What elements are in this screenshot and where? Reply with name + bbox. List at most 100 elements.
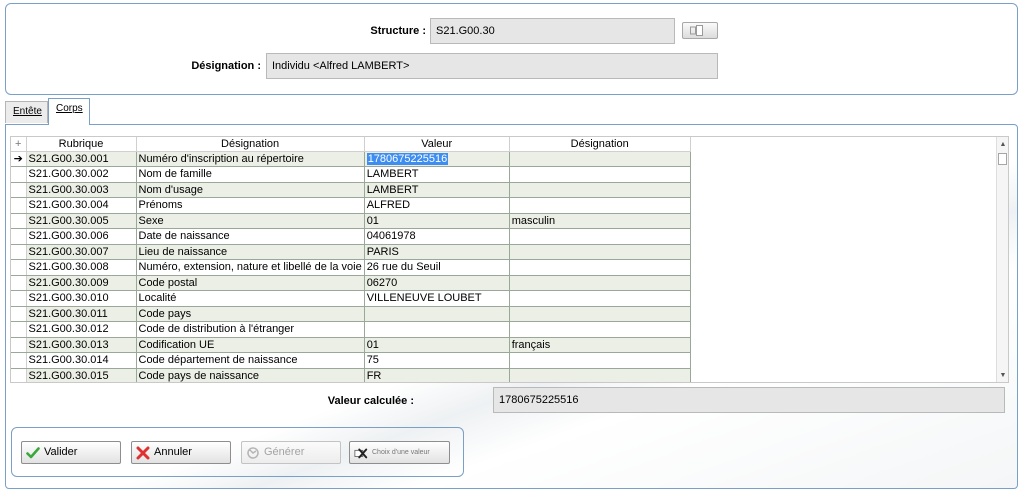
cell-designation: Code pays <box>136 306 365 322</box>
table-row[interactable]: S21.G00.30.003 Nom d'usage LAMBERT <box>11 182 691 198</box>
cell-designation-2 <box>509 259 691 276</box>
designation-field[interactable]: Individu <Alfred LAMBERT> <box>266 53 718 79</box>
cell-rubrique: S21.G00.30.004 <box>26 197 137 214</box>
table-row[interactable]: S21.G00.30.014 Code département de naissa… <box>11 352 691 369</box>
cell-valeur[interactable]: 26 rue du Seuil <box>364 259 510 276</box>
table-row[interactable]: S21.G00.30.005 Sexe 01 masculin <box>11 213 691 229</box>
choose-value-button-label: Choix d'une valeur <box>372 449 430 456</box>
table-row[interactable]: S21.G00.30.006 Date de naissance 04061978 <box>11 228 691 245</box>
cell-rubrique: S21.G00.30.015 <box>26 368 137 382</box>
cell-valeur[interactable]: 06270 <box>364 275 510 291</box>
table-row[interactable]: S21.G00.30.002 Nom de famille LAMBERT <box>11 166 691 183</box>
table-row[interactable]: S21.G00.30.015 Code pays de naissance FR <box>11 368 691 382</box>
row-indicator <box>11 228 27 245</box>
cell-designation-2 <box>509 306 691 322</box>
col-header-rubrique[interactable]: Rubrique <box>26 137 137 152</box>
table-row[interactable]: S21.G00.30.008 Numéro, extension, nature … <box>11 259 691 276</box>
grid-corner-add-icon[interactable]: + <box>11 137 27 152</box>
row-indicator <box>11 321 27 338</box>
generate-button-label: Générer <box>264 446 305 458</box>
table-row[interactable]: S21.G00.30.007 Lieu de naissance PARIS <box>11 244 691 260</box>
cell-designation: Code département de naissance <box>136 352 365 369</box>
cell-valeur[interactable]: FR <box>364 368 510 382</box>
scroll-up-icon[interactable]: ▲ <box>997 139 1008 151</box>
grid-header-row: + Rubrique Désignation Valeur Désignatio… <box>11 137 691 152</box>
col-header-valeur[interactable]: Valeur <box>364 137 510 152</box>
row-indicator <box>11 368 27 382</box>
row-indicator <box>11 306 27 322</box>
cell-designation: Code de distribution à l'étranger <box>136 321 365 338</box>
structure-picker-button[interactable] <box>682 22 718 39</box>
lookup-icon <box>690 25 703 36</box>
data-grid[interactable]: + Rubrique Désignation Valeur Désignatio… <box>10 136 1009 383</box>
current-row-arrow-icon: ➔ <box>11 151 27 167</box>
validate-button[interactable]: Valider <box>21 441 121 464</box>
cell-valeur[interactable]: 1780675225516 <box>364 151 510 167</box>
col-header-designation[interactable]: Désignation <box>136 137 365 152</box>
cell-rubrique: S21.G00.30.002 <box>26 166 137 183</box>
cell-valeur[interactable] <box>364 306 510 322</box>
cell-rubrique: S21.G00.30.014 <box>26 352 137 369</box>
cell-designation: Code postal <box>136 275 365 291</box>
cell-valeur[interactable]: LAMBERT <box>364 166 510 183</box>
table-row[interactable]: ➔ S21.G00.30.001 Numéro d'inscription au r… <box>11 151 691 167</box>
row-indicator <box>11 197 27 214</box>
cell-designation: Nom d'usage <box>136 182 365 198</box>
table-row[interactable]: S21.G00.30.013 Codification UE 01 français <box>11 337 691 353</box>
cell-designation: Date de naissance <box>136 228 365 245</box>
cell-rubrique: S21.G00.30.013 <box>26 337 137 353</box>
cell-rubrique: S21.G00.30.011 <box>26 306 137 322</box>
cell-valeur[interactable]: ALFRED <box>364 197 510 214</box>
row-indicator <box>11 259 27 276</box>
table-row[interactable]: S21.G00.30.012 Code de distribution à l'é… <box>11 321 691 338</box>
structure-field[interactable]: S21.G00.30 <box>430 18 675 44</box>
row-indicator <box>11 213 27 229</box>
scroll-thumb[interactable] <box>998 153 1007 165</box>
cell-valeur[interactable]: 01 <box>364 213 510 229</box>
cell-valeur[interactable]: VILLENEUVE LOUBET <box>364 290 510 307</box>
row-indicator <box>11 182 27 198</box>
selected-value-text[interactable]: 1780675225516 <box>366 152 449 165</box>
table-row[interactable]: S21.G00.30.011 Code pays <box>11 306 691 322</box>
tab-entete[interactable]: Entête <box>5 101 48 123</box>
table-row[interactable]: S21.G00.30.009 Code postal 06270 <box>11 275 691 291</box>
cell-designation-2 <box>509 352 691 369</box>
cell-designation-2 <box>509 321 691 338</box>
cell-valeur[interactable]: 01 <box>364 337 510 353</box>
scroll-down-icon[interactable]: ▼ <box>997 370 1008 382</box>
choose-value-icon <box>354 448 368 459</box>
col-header-designation-2[interactable]: Désignation <box>509 137 691 152</box>
cell-valeur[interactable]: 04061978 <box>364 228 510 245</box>
cell-designation-2 <box>509 151 691 167</box>
cell-designation-2 <box>509 228 691 245</box>
tab-corps[interactable]: Corps <box>48 98 90 125</box>
cell-rubrique: S21.G00.30.008 <box>26 259 137 276</box>
row-indicator <box>11 290 27 307</box>
table-row[interactable]: S21.G00.30.004 Prénoms ALFRED <box>11 197 691 214</box>
cell-valeur[interactable]: 75 <box>364 352 510 369</box>
cell-designation-2 <box>509 182 691 198</box>
row-indicator <box>11 244 27 260</box>
cross-icon <box>136 446 150 460</box>
cell-designation: Nom de famille <box>136 166 365 183</box>
row-indicator <box>11 337 27 353</box>
cancel-button[interactable]: Annuler <box>131 441 231 464</box>
cell-valeur[interactable] <box>364 321 510 338</box>
cell-rubrique: S21.G00.30.003 <box>26 182 137 198</box>
structure-label: Structure : <box>370 25 426 37</box>
vertical-scrollbar[interactable]: ▲ ▼ <box>996 137 1008 382</box>
cell-valeur[interactable]: PARIS <box>364 244 510 260</box>
cell-designation: Codification UE <box>136 337 365 353</box>
cell-designation-2: français <box>509 337 691 353</box>
cell-rubrique: S21.G00.30.010 <box>26 290 137 307</box>
cell-valeur[interactable]: LAMBERT <box>364 182 510 198</box>
cell-designation: Code pays de naissance <box>136 368 365 382</box>
choose-value-button[interactable]: Choix d'une valeur <box>349 441 450 464</box>
computed-value-field[interactable]: 1780675225516 <box>493 387 1005 413</box>
cell-designation: Lieu de naissance <box>136 244 365 260</box>
generate-button[interactable]: Générer <box>241 441 341 464</box>
checkmark-icon <box>26 447 40 459</box>
cell-designation: Localité <box>136 290 365 307</box>
table-row[interactable]: S21.G00.30.010 Localité VILLENEUVE LOUBET <box>11 290 691 307</box>
action-button-group: Valider Annuler Générer Choix d'une vale… <box>11 427 464 477</box>
